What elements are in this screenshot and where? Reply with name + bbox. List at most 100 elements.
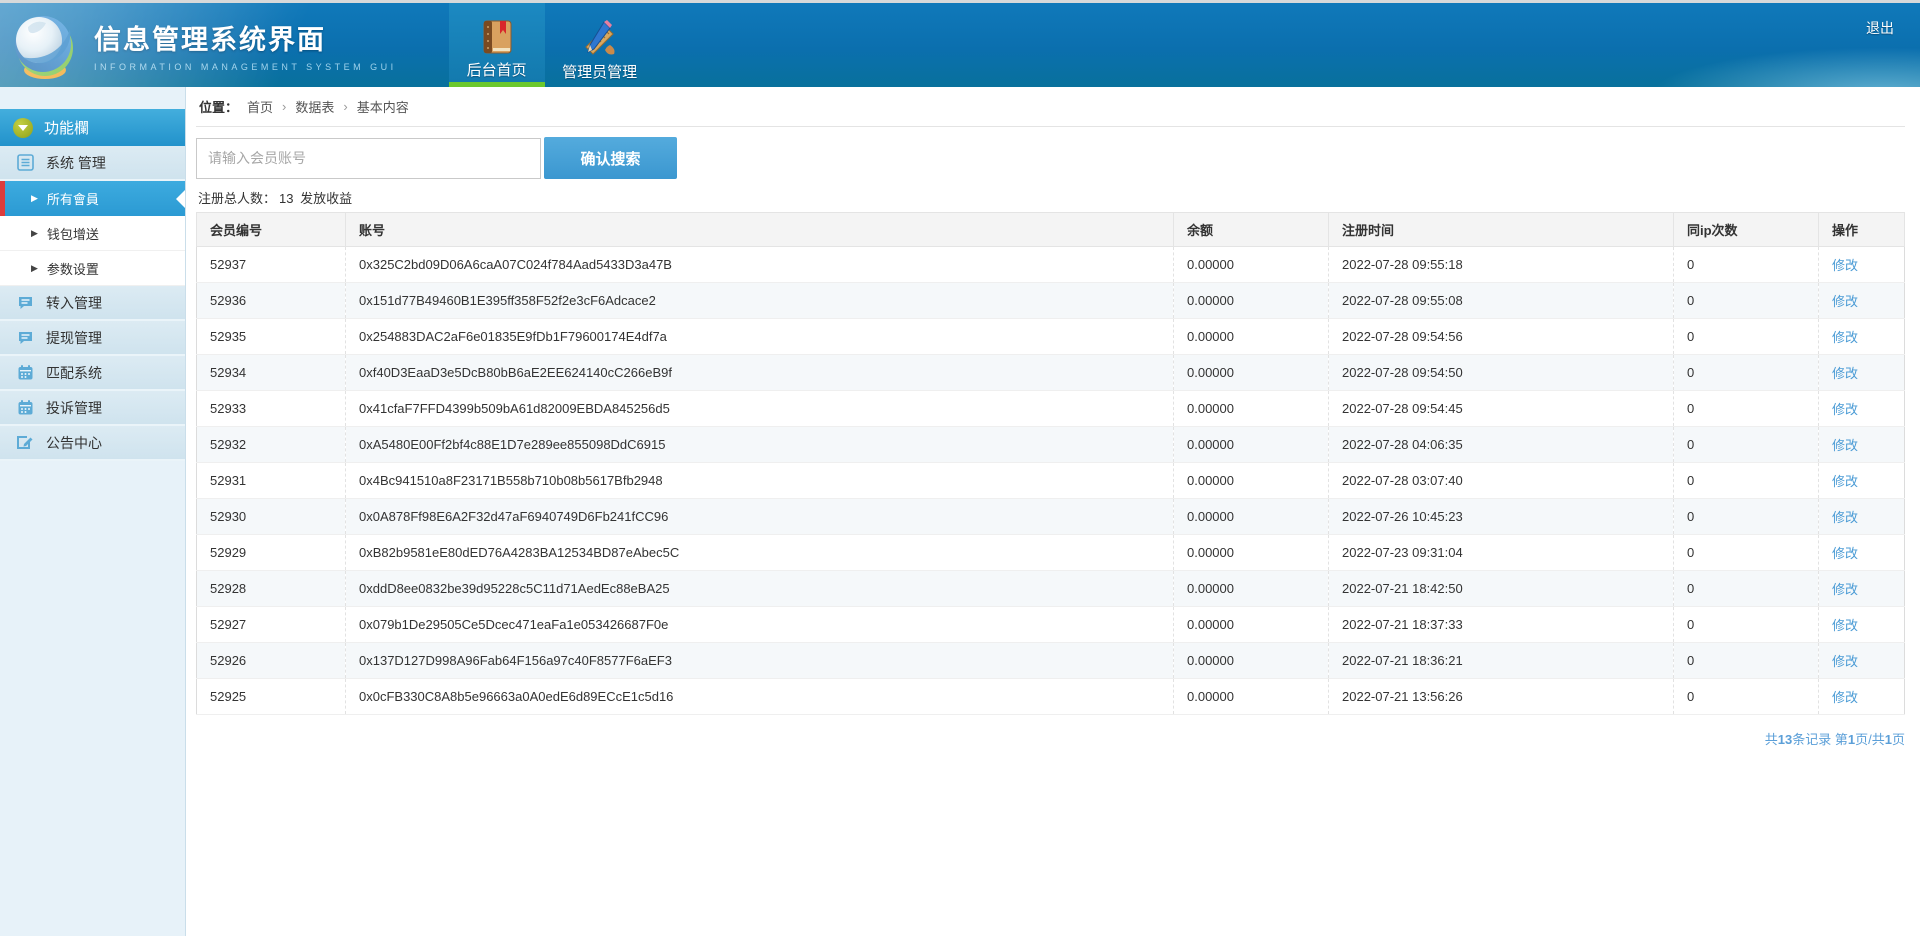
cell-action: 修改	[1819, 283, 1905, 319]
sidebar-item-param-settings[interactable]: ▶ 参数设置	[0, 251, 185, 286]
cell-action: 修改	[1819, 607, 1905, 643]
cell-member-id: 52934	[197, 355, 346, 391]
cell-account: 0xA5480E00Ff2bf4c88E1D7e289ee855098DdC69…	[346, 427, 1174, 463]
col-ip-count: 同ip次数	[1674, 213, 1819, 247]
menu-label: 提现管理	[46, 328, 102, 348]
cell-account: 0x0A878Ff98E6A2F32d47aF6940749D6Fb241fCC…	[346, 499, 1174, 535]
cell-ip-count: 0	[1674, 391, 1819, 427]
cell-ip-count: 0	[1674, 427, 1819, 463]
cell-member-id: 52928	[197, 571, 346, 607]
active-notch	[176, 190, 185, 208]
stats-line: 注册总人数：13 发放收益	[196, 188, 1905, 207]
sidebar-panel-header[interactable]: 功能欄	[0, 109, 185, 146]
tab-backend-home[interactable]: 后台首页	[449, 3, 545, 87]
cell-action: 修改	[1819, 463, 1905, 499]
edit-link[interactable]: 修改	[1832, 474, 1858, 489]
logout-button[interactable]: 退出	[1866, 18, 1894, 38]
tab-admin-manage[interactable]: 管理员管理	[545, 3, 655, 87]
cell-balance: 0.00000	[1174, 679, 1329, 715]
sidebar-item-match-system[interactable]: 匹配系统	[0, 356, 185, 391]
cell-account: 0x254883DAC2aF6e01835E9fDb1F79600174E4df…	[346, 319, 1174, 355]
cell-action: 修改	[1819, 355, 1905, 391]
cell-ip-count: 0	[1674, 319, 1819, 355]
edit-link[interactable]: 修改	[1832, 438, 1858, 453]
submenu-label: 所有會員	[47, 189, 99, 208]
cell-member-id: 52936	[197, 283, 346, 319]
cell-member-id: 52930	[197, 499, 346, 535]
payout-label: 发放收益	[300, 191, 352, 206]
chat-icon	[17, 294, 34, 311]
pagination: 共13条记录 第1页/共1页	[196, 729, 1905, 748]
cell-balance: 0.00000	[1174, 319, 1329, 355]
cell-balance: 0.00000	[1174, 607, 1329, 643]
cell-account: 0xddD8ee0832be39d95228c5C11d71AedEc88eBA…	[346, 571, 1174, 607]
cell-action: 修改	[1819, 643, 1905, 679]
cell-reg-time: 2022-07-28 09:54:45	[1329, 391, 1674, 427]
edit-link[interactable]: 修改	[1832, 258, 1858, 273]
cell-account: 0x41cfaF7FFD4399b509bA61d82009EBDA845256…	[346, 391, 1174, 427]
sidebar-item-system-manage[interactable]: 系统 管理	[0, 146, 185, 181]
col-account: 账号	[346, 213, 1174, 247]
cell-ip-count: 0	[1674, 679, 1819, 715]
sidebar-gap	[0, 87, 185, 109]
edit-link[interactable]: 修改	[1832, 654, 1858, 669]
calendar-icon	[17, 399, 34, 416]
table-header-row: 会员编号 账号 余额 注册时间 同ip次数 操作	[197, 213, 1905, 247]
cell-account: 0x4Bc941510a8F23171B558b710b08b5617Bfb29…	[346, 463, 1174, 499]
cell-member-id: 52933	[197, 391, 346, 427]
logo	[0, 9, 80, 81]
edit-link[interactable]: 修改	[1832, 330, 1858, 345]
sidebar-item-all-members[interactable]: ▶ 所有會員	[0, 181, 185, 216]
cell-balance: 0.00000	[1174, 643, 1329, 679]
table-row: 52937 0x325C2bd09D06A6caA07C024f784Aad54…	[197, 247, 1905, 283]
cell-member-id: 52927	[197, 607, 346, 643]
sidebar-item-transfer-in[interactable]: 转入管理	[0, 286, 185, 321]
sidebar-item-wallet-gift[interactable]: ▶ 钱包增送	[0, 216, 185, 251]
cell-balance: 0.00000	[1174, 391, 1329, 427]
sidebar-item-complaint-manage[interactable]: 投诉管理	[0, 391, 185, 426]
edit-link[interactable]: 修改	[1832, 366, 1858, 381]
cell-member-id: 52935	[197, 319, 346, 355]
table-row: 52925 0x0cFB330C8A8b5e96663a0A0edE6d89EC…	[197, 679, 1905, 715]
breadcrumb-item-basic-content[interactable]: 基本内容	[357, 97, 409, 116]
cell-account: 0x325C2bd09D06A6caA07C024f784Aad5433D3a4…	[346, 247, 1174, 283]
edit-link[interactable]: 修改	[1832, 402, 1858, 417]
edit-link[interactable]: 修改	[1832, 510, 1858, 525]
submenu-label: 参数设置	[47, 259, 99, 278]
admin-tools-icon	[580, 19, 620, 59]
collapse-circle-icon	[13, 118, 33, 138]
edit-link[interactable]: 修改	[1832, 546, 1858, 561]
edit-link[interactable]: 修改	[1832, 582, 1858, 597]
cell-ip-count: 0	[1674, 535, 1819, 571]
members-table: 会员编号 账号 余额 注册时间 同ip次数 操作 52937 0x325C2bd…	[196, 212, 1905, 715]
breadcrumb-item-datatable[interactable]: 数据表	[295, 97, 334, 116]
edit-link[interactable]: 修改	[1832, 618, 1858, 633]
cell-ip-count: 0	[1674, 571, 1819, 607]
sidebar-item-announcement-center[interactable]: 公告中心	[0, 426, 185, 461]
search-input[interactable]	[196, 138, 541, 179]
cell-action: 修改	[1819, 319, 1905, 355]
cell-member-id: 52937	[197, 247, 346, 283]
cell-ip-count: 0	[1674, 283, 1819, 319]
cell-action: 修改	[1819, 391, 1905, 427]
list-icon	[17, 154, 34, 171]
app-subtitle: INFORMATION MANAGEMENT SYSTEM GUI	[94, 62, 397, 72]
cell-action: 修改	[1819, 535, 1905, 571]
table-row: 52931 0x4Bc941510a8F23171B558b710b08b561…	[197, 463, 1905, 499]
sidebar-item-withdraw-manage[interactable]: 提现管理	[0, 321, 185, 356]
confirm-search-button[interactable]: 确认搜索	[544, 137, 677, 179]
cell-action: 修改	[1819, 499, 1905, 535]
cell-account: 0x0cFB330C8A8b5e96663a0A0edE6d89ECcE1c5d…	[346, 679, 1174, 715]
cell-action: 修改	[1819, 427, 1905, 463]
menu-label: 转入管理	[46, 293, 102, 313]
cell-reg-time: 2022-07-21 18:42:50	[1329, 571, 1674, 607]
edit-link[interactable]: 修改	[1832, 690, 1858, 705]
breadcrumb-item-home[interactable]: 首页	[247, 97, 273, 116]
registered-total-label: 注册总人数：	[198, 191, 276, 206]
cell-action: 修改	[1819, 571, 1905, 607]
cell-balance: 0.00000	[1174, 247, 1329, 283]
cell-balance: 0.00000	[1174, 283, 1329, 319]
triangle-right-icon: ▶	[31, 228, 38, 239]
edit-link[interactable]: 修改	[1832, 294, 1858, 309]
cell-member-id: 52931	[197, 463, 346, 499]
